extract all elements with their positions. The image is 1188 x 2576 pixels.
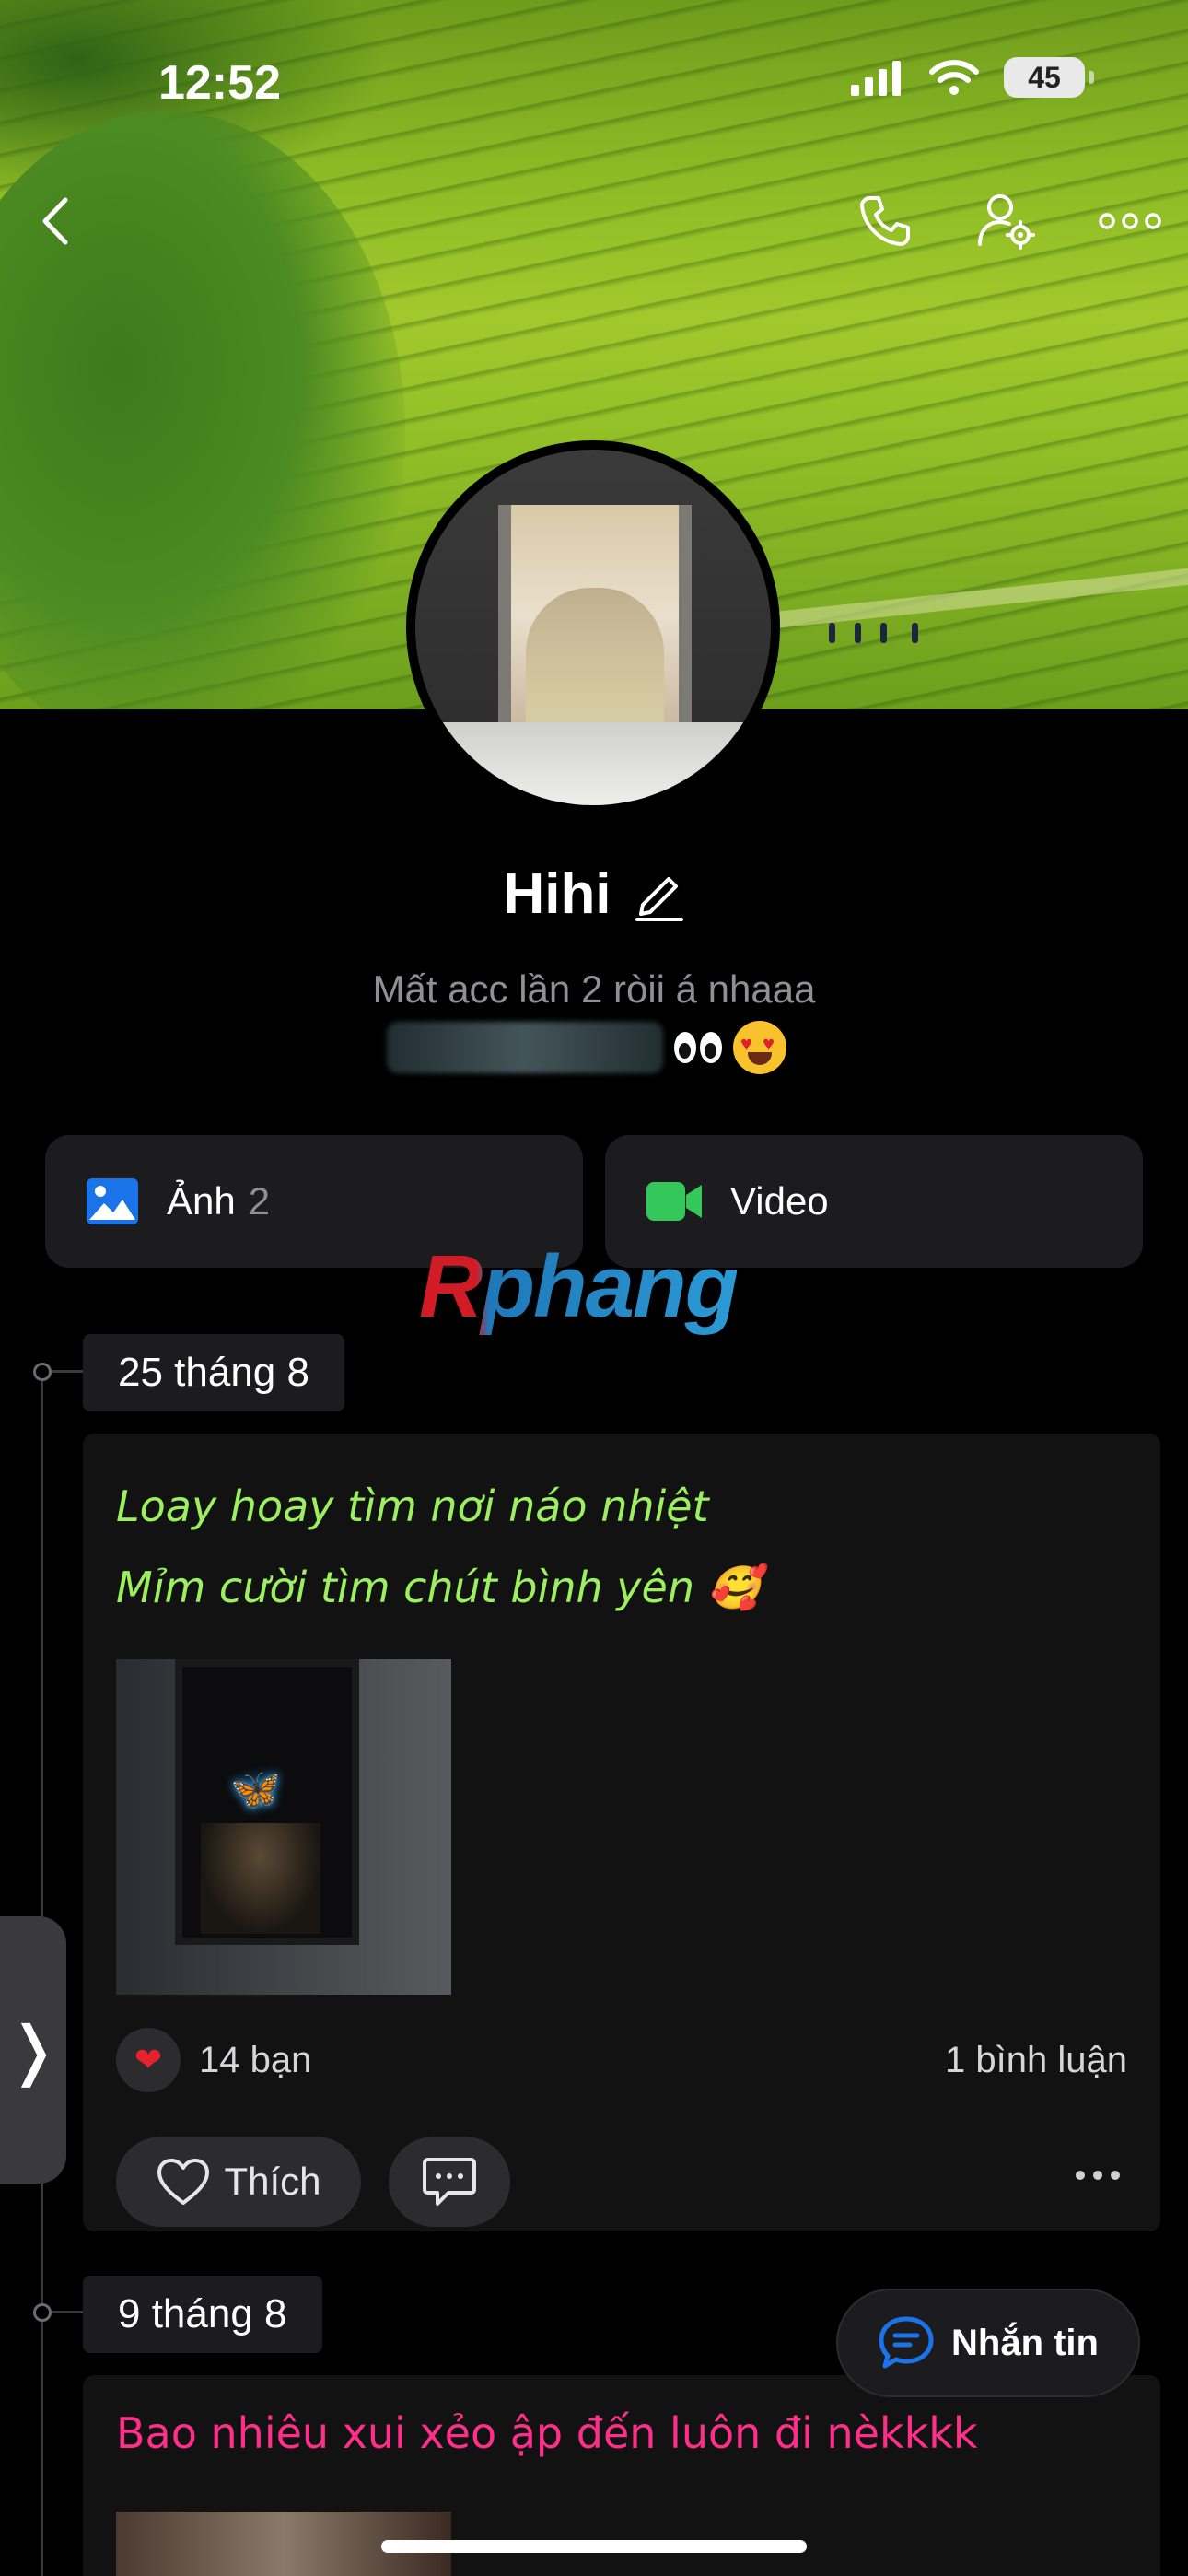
profile-name-row: Hihi (0, 861, 1188, 927)
post-text-line1: Loay hoay tìm nơi náo nhiệt (116, 1481, 709, 1531)
back-button[interactable] (24, 189, 88, 253)
video-camera-icon (646, 1182, 702, 1221)
chat-bubble-icon (879, 2316, 934, 2369)
timeline-tick (52, 1370, 83, 1373)
comment-icon (423, 2158, 476, 2206)
reaction-summary: ❤ 14 bạn 1 bình luận (116, 2028, 1127, 2092)
profile-name: Hihi (503, 862, 611, 926)
profile-bio: Mất acc lần 2 ròii á nhaaa (372, 967, 816, 1011)
edit-icon[interactable] (634, 868, 685, 921)
post-card[interactable]: Loay hoay tìm nơi náo nhiệt Mỉm cười tìm… (83, 1434, 1160, 2231)
status-icons: 45 (849, 57, 1094, 98)
message-button[interactable]: Nhắn tin (836, 2289, 1140, 2397)
timeline-tick (52, 2311, 83, 2313)
side-drawer-tab[interactable]: ❭ (0, 1916, 66, 2184)
chevron-right-icon: ❭ (6, 2014, 61, 2086)
comment-button[interactable] (389, 2137, 510, 2227)
call-button[interactable] (853, 189, 917, 253)
timeline-dot (33, 2303, 52, 2322)
avatar-photo (415, 450, 771, 805)
post-date: 25 tháng 8 (83, 1334, 344, 1411)
status-time: 12:52 (158, 56, 281, 110)
more-button[interactable] (1096, 189, 1164, 253)
phone-icon (860, 196, 910, 246)
like-button[interactable]: Thích (116, 2137, 361, 2227)
watermark-logo: Rphang (419, 1237, 739, 1336)
post-date: 9 tháng 8 (83, 2276, 322, 2353)
butterfly-icon: 🦋 (230, 1767, 281, 1812)
heart-eyes-emoji-icon: ♥ ♥ (733, 1021, 786, 1074)
user-settings-icon (978, 194, 1035, 250)
wifi-icon (929, 60, 979, 95)
battery-icon: 45 (1004, 57, 1094, 98)
message-label: Nhắn tin (951, 2322, 1099, 2363)
post-photo[interactable]: 🦋 (116, 1659, 451, 1995)
home-indicator[interactable] (381, 2540, 807, 2553)
photos-label: Ảnh (167, 1179, 236, 1223)
heart-icon (157, 2159, 210, 2205)
timeline-dot (33, 1363, 52, 1381)
avatar-bed (415, 722, 771, 805)
post-text-line1: Bao nhiêu xui xẻo ập đến luôn đi nèkkkk (116, 2408, 978, 2458)
profile-settings-button[interactable] (974, 189, 1039, 253)
more-icon (1099, 213, 1161, 229)
chevron-left-icon (42, 197, 68, 245)
profile-bio-blurred: ♥ ♥ (387, 1021, 786, 1074)
signal-icon (851, 61, 901, 96)
comments-count[interactable]: 1 bình luận (945, 2040, 1127, 2081)
blurred-text (387, 1022, 663, 1073)
like-label: Thích (224, 2160, 321, 2203)
avatar[interactable] (406, 440, 780, 814)
cover-path (755, 565, 1188, 631)
eyes-emoji-icon (674, 1032, 722, 1063)
post-more-icon[interactable] (1076, 2171, 1120, 2180)
heart-reaction-icon: ❤ (116, 2028, 181, 2092)
cover-people (829, 615, 939, 643)
likes-count[interactable]: 14 bạn (199, 2040, 311, 2081)
image-icon (87, 1178, 138, 1224)
video-label: Video (730, 1179, 829, 1223)
photos-count: 2 (248, 1179, 271, 1223)
post-text-line2: Mỉm cười tìm chút bình yên 🥰 (116, 1563, 761, 1612)
